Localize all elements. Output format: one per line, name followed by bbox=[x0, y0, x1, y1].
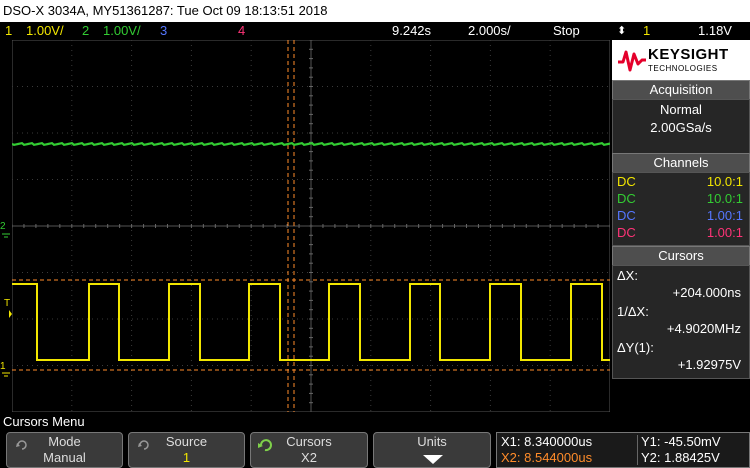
arrow-down-icon bbox=[423, 455, 443, 464]
ch1-coupling: DC bbox=[617, 174, 636, 189]
units-label: Units bbox=[417, 434, 447, 449]
ch1-probe: 10.0:1 bbox=[706, 174, 743, 189]
svg-text:2: 2 bbox=[0, 221, 6, 232]
trigger-level[interactable]: 1.18V bbox=[698, 22, 732, 40]
cursors-value: X2 bbox=[301, 450, 317, 465]
ch3-probe: 1.00:1 bbox=[706, 208, 743, 223]
ch1-number[interactable]: 1 bbox=[5, 22, 12, 40]
waveform-display[interactable] bbox=[12, 40, 610, 412]
source-value: 1 bbox=[182, 450, 191, 465]
brand-sub: TECHNOLOGIES bbox=[648, 64, 718, 73]
inverse-delta-x-value: +4.9020MHz bbox=[666, 321, 741, 336]
info-panel: KEYSIGHT TECHNOLOGIES Acquisition Normal… bbox=[612, 40, 750, 412]
mode-value: Manual bbox=[43, 450, 86, 465]
keysight-logo-icon bbox=[618, 50, 646, 72]
cursor-readout: X1: 8.340000us X2: 8.544000us Y1: -45.50… bbox=[496, 432, 750, 468]
svg-text:1: 1 bbox=[0, 361, 6, 372]
ch4-probe: 1.00:1 bbox=[706, 225, 743, 240]
menu-title: Cursors Menu bbox=[0, 412, 750, 432]
inverse-delta-x-label: 1/ΔX: bbox=[617, 304, 649, 319]
mode-softkey[interactable]: Mode Manual bbox=[6, 432, 123, 468]
title-text: DSO-X 3034A, MY51361287: Tue Oct 09 18:1… bbox=[3, 3, 328, 18]
channels-box: DC 10.0:1 DC 10.0:1 DC 1.00:1 DC 1.00:1 bbox=[612, 172, 750, 246]
channels-header[interactable]: Channels bbox=[612, 153, 750, 173]
trigger-level-marker[interactable]: T bbox=[4, 298, 12, 318]
run-state[interactable]: Stop bbox=[553, 22, 580, 40]
ch3-coupling: DC bbox=[617, 208, 636, 223]
brand-name: KEYSIGHT bbox=[648, 46, 729, 63]
x1-readout: X1: 8.340000us bbox=[501, 434, 593, 449]
channel-status-row: 1 1.00V/ 2 1.00V/ 3 4 9.242s 2.000s/ Sto… bbox=[0, 22, 750, 40]
ch4-number[interactable]: 4 bbox=[238, 22, 245, 40]
cursors-header[interactable]: Cursors bbox=[612, 246, 750, 266]
ch4-coupling: DC bbox=[617, 225, 636, 240]
brand-area: KEYSIGHT TECHNOLOGIES bbox=[612, 40, 750, 80]
mode-label: Mode bbox=[48, 434, 81, 449]
trigger-edge-icon: ⬍ bbox=[617, 25, 627, 37]
acquisition-rate: 2.00GSa/s bbox=[650, 120, 712, 135]
y2-readout: Y2: 1.88425V bbox=[641, 450, 720, 465]
acquisition-mode: Normal bbox=[660, 102, 702, 117]
cursors-box: ΔX: +204.000ns 1/ΔX: +4.9020MHz ΔY(1): +… bbox=[612, 265, 750, 379]
ch2-coupling: DC bbox=[617, 191, 636, 206]
svg-text:T: T bbox=[4, 298, 10, 309]
ch2-ground-marker[interactable]: 2 bbox=[0, 221, 10, 238]
acquisition-box: Normal 2.00GSa/s bbox=[612, 99, 750, 155]
ch2-probe: 10.0:1 bbox=[706, 191, 743, 206]
readout-divider bbox=[637, 435, 638, 465]
units-softkey[interactable]: Units bbox=[373, 432, 491, 468]
ch2-scale[interactable]: 1.00V/ bbox=[103, 22, 141, 40]
time-position[interactable]: 9.242s bbox=[392, 22, 431, 40]
channel-markers: 2 T 1 bbox=[0, 221, 12, 377]
x2-readout: X2: 8.544000us bbox=[501, 450, 593, 465]
ch1-ground-marker[interactable]: 1 bbox=[0, 361, 10, 377]
time-scale[interactable]: 2.000s/ bbox=[468, 22, 511, 40]
y1-readout: Y1: -45.50mV bbox=[641, 434, 721, 449]
source-label: Source bbox=[165, 434, 208, 449]
ch2-number[interactable]: 2 bbox=[82, 22, 89, 40]
delta-x-label: ΔX: bbox=[617, 268, 638, 283]
trigger-channel[interactable]: 1 bbox=[643, 22, 650, 40]
source-softkey[interactable]: Source 1 bbox=[128, 432, 245, 468]
ch1-scale[interactable]: 1.00V/ bbox=[26, 22, 64, 40]
delta-x-value: +204.000ns bbox=[672, 285, 741, 300]
delta-y-label: ΔY(1): bbox=[617, 340, 654, 355]
acquisition-header[interactable]: Acquisition bbox=[612, 80, 750, 100]
ch3-number[interactable]: 3 bbox=[160, 22, 167, 40]
delta-y-value: +1.92975V bbox=[677, 357, 741, 372]
cursors-softkey[interactable]: Cursors X2 bbox=[250, 432, 368, 468]
title-bar: DSO-X 3034A, MY51361287: Tue Oct 09 18:1… bbox=[0, 0, 750, 22]
cursors-label: Cursors bbox=[286, 434, 332, 449]
